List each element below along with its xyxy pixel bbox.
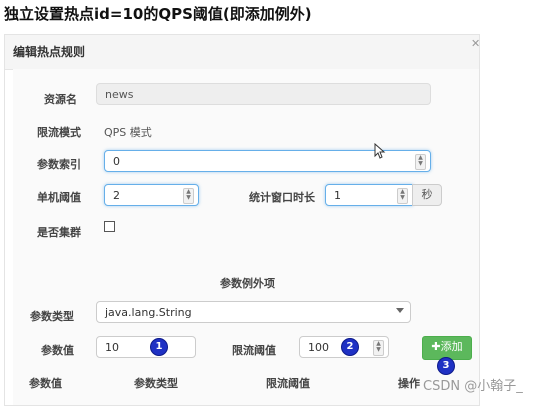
resource-value: news [105, 88, 134, 101]
chevron-down-icon [396, 308, 404, 313]
annotation-marker-2: 2 [341, 338, 359, 356]
dialog-header: 编辑热点规则 ✕ [5, 35, 479, 70]
limit-spinner[interactable]: ▲ ▼ [373, 340, 384, 356]
param-type-label: 参数类型 [30, 310, 74, 323]
limit-label: 限流阈值 [232, 344, 276, 357]
resource-field: news [96, 83, 431, 105]
column-header-param-type: 参数类型 [134, 377, 178, 390]
annotation-marker-3: 3 [437, 357, 455, 375]
window-spinner[interactable]: ▲ ▼ [397, 188, 408, 204]
threshold-spinner[interactable]: ▲ ▼ [183, 188, 194, 204]
param-value-input[interactable]: 10 [96, 336, 196, 358]
add-button-label: 添加 [440, 340, 463, 353]
threshold-value: 2 [113, 189, 120, 202]
resource-label: 资源名 [44, 93, 77, 106]
flow-mode-label: 限流模式 [37, 126, 81, 139]
column-header-actions: 操作 [398, 377, 420, 390]
param-value: 10 [105, 341, 119, 354]
limit-value: 100 [308, 341, 329, 354]
threshold-label: 单机阈值 [37, 191, 81, 204]
param-index-spinner[interactable]: ▲ ▼ [415, 154, 426, 170]
cluster-checkbox[interactable] [104, 221, 115, 232]
cluster-label: 是否集群 [37, 226, 81, 239]
close-icon[interactable]: ✕ [471, 37, 479, 50]
page-heading: 独立设置热点id=10的QPS阈值(即添加例外) [4, 5, 312, 23]
dialog-title: 编辑热点规则 [13, 45, 86, 59]
watermark: CSDN @小翰子_ [423, 379, 523, 394]
flow-mode-value: QPS 模式 [104, 126, 152, 139]
threshold-input[interactable]: 2 ▲ ▼ [104, 184, 199, 206]
column-header-limit: 限流阈值 [266, 377, 310, 390]
param-type-value: java.lang.String [105, 306, 192, 319]
param-value-label: 参数值 [41, 344, 74, 357]
column-header-param-value: 参数值 [29, 377, 62, 390]
exceptions-section-title: 参数例外项 [220, 277, 275, 290]
param-index-value: 0 [113, 155, 120, 168]
param-index-label: 参数索引 [37, 158, 81, 171]
window-value: 1 [334, 189, 341, 202]
plus-icon: ✚ [431, 340, 441, 353]
mouse-cursor-icon [374, 142, 386, 163]
window-input[interactable]: 1 ▲ ▼ [325, 184, 413, 206]
window-label: 统计窗口时长 [249, 191, 315, 204]
window-unit: 秒 [412, 184, 442, 206]
annotation-marker-1: 1 [150, 338, 168, 356]
param-type-select[interactable]: java.lang.String [96, 301, 411, 323]
